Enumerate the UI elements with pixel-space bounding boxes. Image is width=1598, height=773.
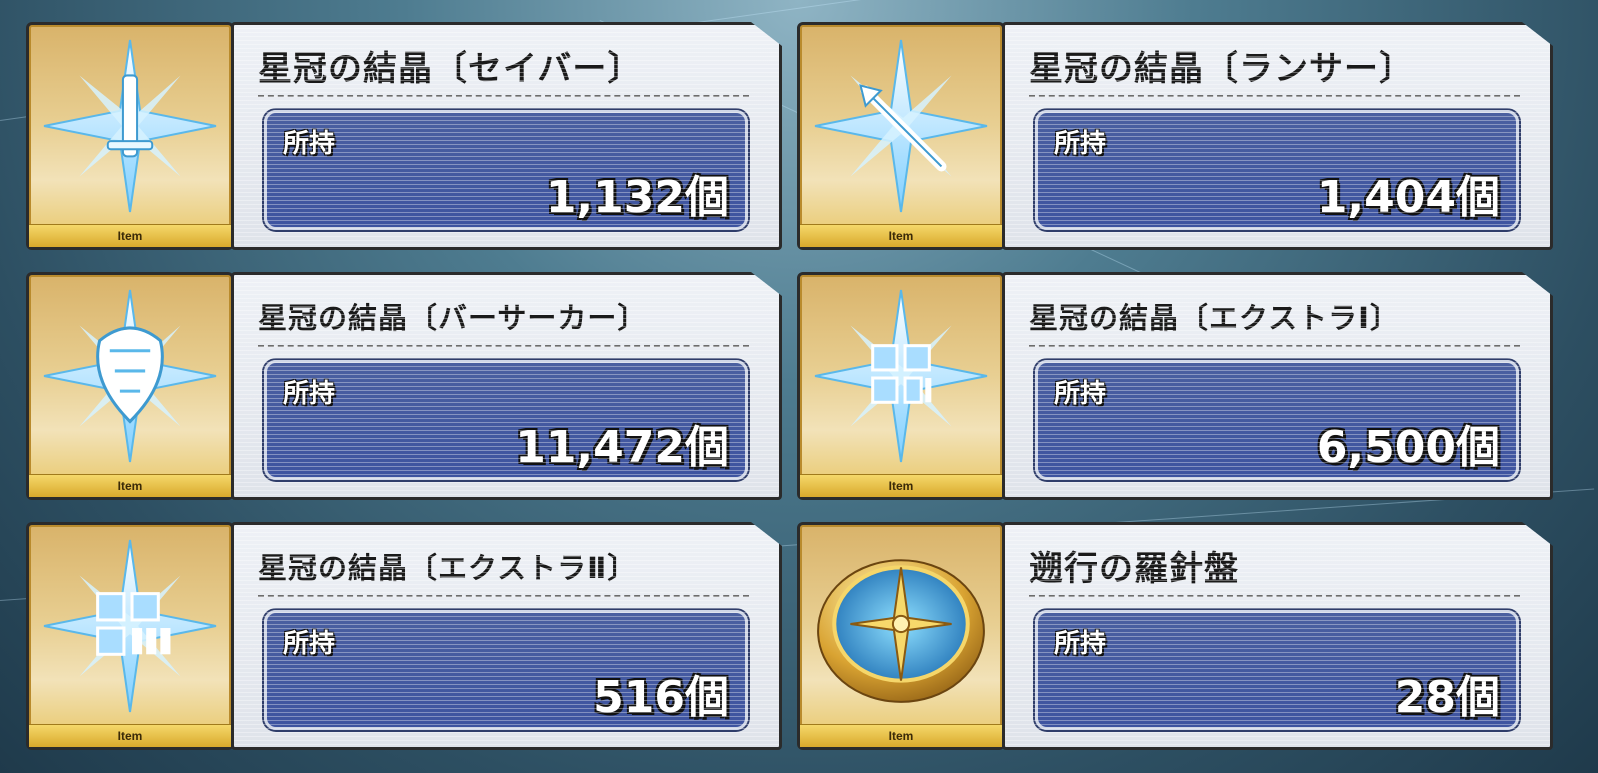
item-name: 星冠の結晶〔エクストラⅠ〕 — [1029, 301, 1400, 335]
item-icon-frame: Item — [797, 272, 1005, 500]
crystal-extra1-icon — [814, 289, 988, 463]
crystal-berserker-icon — [43, 289, 217, 463]
owned-label: 所持 — [283, 129, 336, 159]
item-card-extra2[interactable]: Item 星冠の結晶〔エクストラⅡ〕 所持 516個 — [26, 522, 782, 751]
owned-label: 所持 — [283, 629, 336, 659]
item-info-panel: 遡行の羅針盤 所持 28個 — [1002, 522, 1553, 750]
divider — [1029, 95, 1520, 97]
item-info-panel: 星冠の結晶〔セイバー〕 所持 1,132個 — [231, 22, 782, 250]
item-info-panel: 星冠の結晶〔バーサーカー〕 所持 11,472個 — [231, 272, 782, 500]
divider — [1029, 595, 1520, 597]
item-tag: Item — [800, 724, 1002, 747]
owned-label: 所持 — [1054, 629, 1107, 659]
crystal-extra2-icon — [43, 539, 217, 713]
owned-box: 所持 1,404個 — [1035, 110, 1519, 230]
item-icon-frame: Item — [26, 22, 234, 250]
owned-value: 11,472個 — [515, 422, 729, 473]
item-icon-frame: Item — [797, 22, 1005, 250]
owned-value: 516個 — [593, 672, 729, 723]
crystal-lancer-icon — [814, 39, 988, 213]
item-info-panel: 星冠の結晶〔エクストラⅠ〕 所持 6,500個 — [1002, 272, 1553, 500]
item-tag: Item — [29, 224, 231, 247]
compass-icon — [817, 559, 985, 703]
item-card-lancer[interactable]: Item 星冠の結晶〔ランサー〕 所持 1,404個 — [797, 22, 1553, 251]
item-info-panel: 星冠の結晶〔エクストラⅡ〕 所持 516個 — [231, 522, 782, 750]
item-icon-frame: Item — [26, 522, 234, 750]
item-card-compass[interactable]: Item 遡行の羅針盤 所持 28個 — [797, 522, 1553, 751]
item-card-berserker[interactable]: Item 星冠の結晶〔バーサーカー〕 所持 11,472個 — [26, 272, 782, 501]
owned-box: 所持 1,132個 — [264, 110, 748, 230]
divider — [258, 595, 749, 597]
owned-box: 所持 516個 — [264, 610, 748, 730]
owned-label: 所持 — [1054, 379, 1107, 409]
item-info-panel: 星冠の結晶〔ランサー〕 所持 1,404個 — [1002, 22, 1553, 250]
item-card-extra1[interactable]: Item 星冠の結晶〔エクストラⅠ〕 所持 6,500個 — [797, 272, 1553, 501]
owned-value: 6,500個 — [1316, 422, 1500, 473]
item-tag: Item — [29, 724, 231, 747]
item-name: 星冠の結晶〔エクストラⅡ〕 — [258, 551, 638, 585]
item-icon-frame: Item — [797, 522, 1005, 750]
item-name: 星冠の結晶〔セイバー〕 — [258, 49, 643, 89]
owned-value: 1,132個 — [545, 172, 729, 223]
item-tag: Item — [800, 474, 1002, 497]
item-icon-frame: Item — [26, 272, 234, 500]
item-tag: Item — [29, 474, 231, 497]
owned-box: 所持 28個 — [1035, 610, 1519, 730]
divider — [1029, 345, 1520, 347]
item-card-saber[interactable]: Item 星冠の結晶〔セイバー〕 所持 1,132個 — [26, 22, 782, 251]
owned-box: 所持 11,472個 — [264, 360, 748, 480]
divider — [258, 345, 749, 347]
item-tag: Item — [800, 224, 1002, 247]
crystal-saber-icon — [43, 39, 217, 213]
item-name: 遡行の羅針盤 — [1029, 549, 1239, 589]
item-name: 星冠の結晶〔ランサー〕 — [1029, 49, 1414, 89]
owned-box: 所持 6,500個 — [1035, 360, 1519, 480]
divider — [258, 95, 749, 97]
owned-value: 1,404個 — [1316, 172, 1500, 223]
owned-label: 所持 — [283, 379, 336, 409]
item-name: 星冠の結晶〔バーサーカー〕 — [258, 301, 648, 335]
owned-value: 28個 — [1394, 672, 1500, 723]
owned-label: 所持 — [1054, 129, 1107, 159]
